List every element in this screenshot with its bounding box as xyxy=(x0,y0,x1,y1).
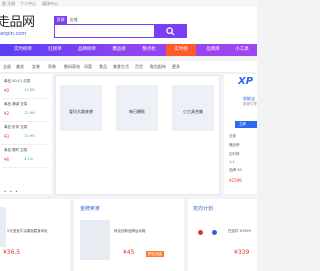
item-price: ¥3 xyxy=(4,134,10,139)
banner-card[interactable] xyxy=(60,85,102,131)
search-tab-shop[interactable]: 店铺 xyxy=(67,16,80,24)
item-price: ¥2 xyxy=(4,111,10,116)
search-icon xyxy=(166,27,175,36)
search-tab-resource[interactable]: 资源 xyxy=(54,16,67,24)
category-item[interactable]: 全部 xyxy=(3,64,11,70)
product-title[interactable]: 5天宝宝牛油果面霜身体乳 xyxy=(7,229,48,234)
category-item[interactable]: 女装 xyxy=(32,64,40,70)
category-bar: 全部 美妆 女装 男装 数码家电 母婴 食品 美食生活 百货 鞋包配饰 更多 xyxy=(0,61,257,73)
category-item[interactable]: 百货 xyxy=(135,64,143,70)
section-title: 定向计划 xyxy=(193,206,214,212)
banner-card[interactable] xyxy=(172,85,214,131)
search-input[interactable] xyxy=(54,24,155,38)
nav-item-1[interactable]: 红榜单 xyxy=(40,44,70,56)
item-price: ¥6 xyxy=(4,157,10,162)
color-dot-icon xyxy=(212,230,217,235)
panel-button[interactable]: 立即 xyxy=(235,121,257,128)
item-change: 11.9% xyxy=(24,134,36,138)
commission-badge: 预估佣金 xyxy=(146,251,164,257)
category-item[interactable]: 美妆 xyxy=(16,64,24,70)
category-item[interactable]: 美食生活 xyxy=(113,64,129,70)
panel-subtitle: 数据引擎 xyxy=(243,102,257,106)
category-item[interactable]: 食品 xyxy=(99,64,107,70)
category-item[interactable]: 母婴 xyxy=(84,64,92,70)
nav-item-6[interactable]: 品牌库 xyxy=(198,44,228,56)
category-item[interactable]: 男装 xyxy=(48,64,56,70)
banner-card-label: 每日爆款 xyxy=(129,109,145,114)
panel-line: 全部 xyxy=(229,134,236,138)
carousel-dots[interactable]: • • • xyxy=(4,189,19,194)
list-item[interactable]: 单品 满减 交易 ¥2 12.9% xyxy=(2,100,50,122)
product-card[interactable] xyxy=(0,199,70,271)
nav-item-0[interactable]: 实时榜单 xyxy=(8,44,38,56)
item-label: 单品 限时 交易 xyxy=(4,148,28,152)
list-item[interactable]: 单品 00:11 交易 ¥0 11.8% xyxy=(2,77,50,99)
nav-item-3[interactable]: 爆品榜 xyxy=(104,44,134,56)
list-item[interactable]: 单品 限时 交易 ¥6 4.1% xyxy=(2,146,50,168)
item-label: 单品 满减 交易 xyxy=(4,102,28,106)
product-title[interactable]: 任选件 ¥3399 xyxy=(228,229,251,234)
product-price: ¥45 xyxy=(123,249,135,256)
product-price: ¥339 xyxy=(234,249,250,256)
nav-item-5[interactable]: 实时榜 xyxy=(166,44,196,56)
banner-card-label: 爱玛大裁来袭 xyxy=(69,109,93,114)
top-bar: 登 注册 个人中心 媒体中心 xyxy=(0,0,257,7)
item-change: 4.1% xyxy=(24,157,33,161)
panel-line: 品牌 38 xyxy=(229,168,242,172)
product-title[interactable]: 阿克西新品牌运动鞋 xyxy=(114,229,146,234)
logo-domain: anpin.com xyxy=(0,31,27,37)
nav-item-2[interactable]: 品牌榜单 xyxy=(72,44,102,56)
logo[interactable]: 走品网 xyxy=(0,11,35,30)
nav-item-7[interactable]: 小工具 xyxy=(228,44,256,56)
section-title: 金牌卖家 xyxy=(80,206,101,212)
panel-line: 爆品榜 xyxy=(229,143,240,147)
item-label: 单品 00:11 交易 xyxy=(4,79,31,83)
product-image[interactable] xyxy=(80,220,110,260)
panel-line: 1:1 xyxy=(229,160,235,164)
item-change: 11.8% xyxy=(24,88,36,92)
main-nav: 实时榜单 红榜单 品牌榜单 爆品榜 整点抢 实时榜 品牌库 小工具 xyxy=(0,44,257,56)
banner-card[interactable] xyxy=(116,85,158,131)
category-item[interactable]: 鞋包配饰 xyxy=(150,64,166,70)
panel-price: ¥2599 xyxy=(229,178,242,183)
nav-item-4[interactable]: 整点抢 xyxy=(134,44,164,56)
banner-card-label: 小工具合集 xyxy=(183,109,203,114)
category-item[interactable]: 数码家电 xyxy=(64,64,80,70)
item-price: ¥0 xyxy=(4,88,10,93)
product-image[interactable] xyxy=(0,207,6,247)
search-button[interactable] xyxy=(155,24,187,38)
panel-line: 实时榜 xyxy=(229,152,240,156)
list-item[interactable]: 单品 折扣 交易 ¥3 11.9% xyxy=(2,123,50,145)
item-label: 单品 折扣 交易 xyxy=(4,125,28,129)
partner-logo[interactable]: XP xyxy=(238,76,253,87)
product-price: ¥36.5 xyxy=(3,249,21,256)
color-dot-icon xyxy=(198,230,203,235)
item-change: 12.9% xyxy=(24,111,36,115)
category-item[interactable]: 更多 xyxy=(172,64,180,70)
